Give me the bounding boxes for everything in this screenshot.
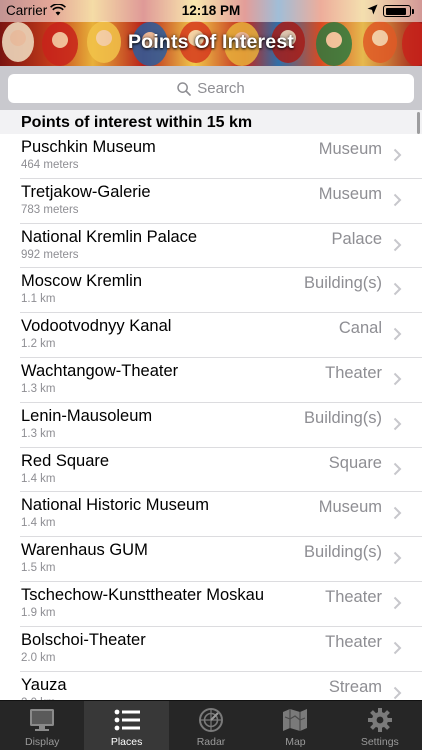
list-item[interactable]: Tschechow-Kunsttheater Moskau 1.9 km Theat… xyxy=(0,581,422,627)
list-icon xyxy=(114,709,140,731)
tab-bar: Display Places Radar Map Settings xyxy=(0,700,422,750)
tab-radar[interactable]: Radar xyxy=(169,701,253,750)
tab-label: Places xyxy=(110,736,143,748)
poi-name: Bolschoi-Theater xyxy=(21,630,146,649)
battery-icon xyxy=(383,5,414,17)
poi-distance: 1.9 km xyxy=(21,606,56,619)
poi-category: Building(s) xyxy=(304,274,382,293)
poi-distance: 464 meters xyxy=(21,159,79,171)
chevron-right-icon xyxy=(393,283,402,296)
chevron-right-icon xyxy=(393,148,402,162)
poi-category: Theater xyxy=(325,363,382,382)
list-item[interactable]: Bolschoi-Theater 2.0 km Theater xyxy=(0,626,422,672)
chevron-right-icon xyxy=(393,596,402,610)
search-input[interactable]: Search xyxy=(8,74,414,103)
poi-name: Yauza xyxy=(21,675,67,694)
tab-settings[interactable]: Settings xyxy=(338,701,422,750)
poi-distance: 992 meters xyxy=(21,248,79,261)
poi-category: Theater xyxy=(325,632,382,651)
scroll-indicator[interactable] xyxy=(417,112,420,134)
poi-category: Building(s) xyxy=(304,408,382,427)
chevron-right-icon xyxy=(393,193,402,207)
tab-places[interactable]: Places xyxy=(84,701,169,750)
poi-name: Red Square xyxy=(21,451,110,470)
list-item[interactable]: Vodootvodnyy Kanal 1.2 km Canal xyxy=(0,313,422,358)
page-title: Points Of Interest xyxy=(127,31,295,53)
poi-category: Museum xyxy=(318,184,382,203)
poi-distance: 1.4 km xyxy=(21,472,56,485)
section-header: Points of interest within 15 km xyxy=(0,110,422,134)
poi-category: Square xyxy=(328,453,382,472)
tab-display[interactable]: Display xyxy=(0,701,84,750)
chevron-right-icon xyxy=(393,507,402,520)
location-arrow-icon xyxy=(367,4,378,15)
poi-name: Tschechow-Kunsttheater Moskau xyxy=(21,585,265,604)
poi-category: Building(s) xyxy=(304,543,382,562)
poi-distance: 1.3 km xyxy=(21,382,56,395)
chevron-right-icon xyxy=(393,551,402,565)
radar-icon xyxy=(199,708,224,732)
tab-label: Map xyxy=(285,736,306,748)
poi-distance: 1.5 km xyxy=(21,562,56,575)
poi-name: Wachtangow-Theater xyxy=(21,361,179,380)
poi-category: Museum xyxy=(318,140,382,158)
poi-list[interactable]: Points of interest within 15 km Puschkin… xyxy=(0,110,422,700)
list-item[interactable]: Puschkin Museum 464 meters Museum xyxy=(0,134,422,179)
poi-distance: 1.2 km xyxy=(21,338,56,351)
poi-name: Tretjakow-Galerie xyxy=(21,182,151,201)
poi-distance: 1.1 km xyxy=(21,293,56,306)
tab-label: Display xyxy=(24,736,60,748)
list-item[interactable]: Lenin-Mausoleum 1.3 km Building(s) xyxy=(0,402,422,448)
chevron-right-icon xyxy=(393,641,402,654)
search-placeholder: Search xyxy=(197,80,245,97)
list-item[interactable]: Yauza2.0 kmStream xyxy=(0,671,422,700)
poi-distance: 783 meters xyxy=(21,203,79,216)
list-item[interactable]: Tretjakow-Galerie 783 meters Museum xyxy=(0,178,422,224)
poi-name: Moscow Kremlin xyxy=(21,272,143,291)
poi-category: Theater xyxy=(325,587,382,606)
poi-name: National Kremlin Palace xyxy=(21,227,198,246)
chevron-right-icon xyxy=(393,327,402,341)
tab-label: Settings xyxy=(360,736,399,748)
list-item[interactable]: National Historic Museum 1.4 km Museum xyxy=(0,492,422,538)
poi-category: Stream xyxy=(328,677,382,696)
poi-name: Puschkin Museum xyxy=(21,138,156,156)
list-item[interactable]: Red Square 1.4 km Square xyxy=(0,447,422,493)
status-bar: Carrier 12:18 PM xyxy=(0,0,422,22)
poi-distance: 2.0 km xyxy=(21,651,56,664)
poi-name: Warenhaus GUM xyxy=(21,541,148,560)
display-icon xyxy=(30,709,55,731)
battery-level-fill xyxy=(385,7,407,15)
chevron-right-icon xyxy=(393,686,402,699)
poi-category: Museum xyxy=(318,498,382,517)
chevron-right-icon xyxy=(393,372,402,386)
tab-map[interactable]: Map xyxy=(253,701,337,750)
gear-icon xyxy=(367,708,392,732)
tab-label: Radar xyxy=(196,736,226,748)
clock: 12:18 PM xyxy=(181,3,241,18)
list-item[interactable]: Wachtangow-Theater 1.3 km Theater xyxy=(0,357,422,403)
list-item[interactable]: Warenhaus GUM 1.5 km Building(s) xyxy=(0,537,422,582)
chevron-right-icon xyxy=(393,462,402,475)
poi-category: Palace xyxy=(331,229,382,248)
poi-category: Canal xyxy=(338,319,382,338)
list-item[interactable]: Moscow Kremlin 1.1 km Building(s) xyxy=(0,268,422,314)
poi-distance: 1.4 km xyxy=(21,517,56,530)
poi-name: Lenin-Mausoleum xyxy=(21,406,153,425)
poi-name: Vodootvodnyy Kanal xyxy=(21,317,172,336)
map-icon xyxy=(283,709,308,731)
search-bar: Search xyxy=(0,66,422,110)
search-icon xyxy=(177,81,192,96)
chevron-right-icon xyxy=(393,238,402,251)
poi-distance: 1.3 km xyxy=(21,427,56,440)
chevron-right-icon xyxy=(393,417,402,430)
list-item[interactable]: National Kremlin Palace 992 meters Palace xyxy=(0,223,422,269)
header-banner: Carrier 12:18 PM Points Of Interest xyxy=(0,0,422,66)
poi-name: National Historic Museum xyxy=(21,496,209,515)
